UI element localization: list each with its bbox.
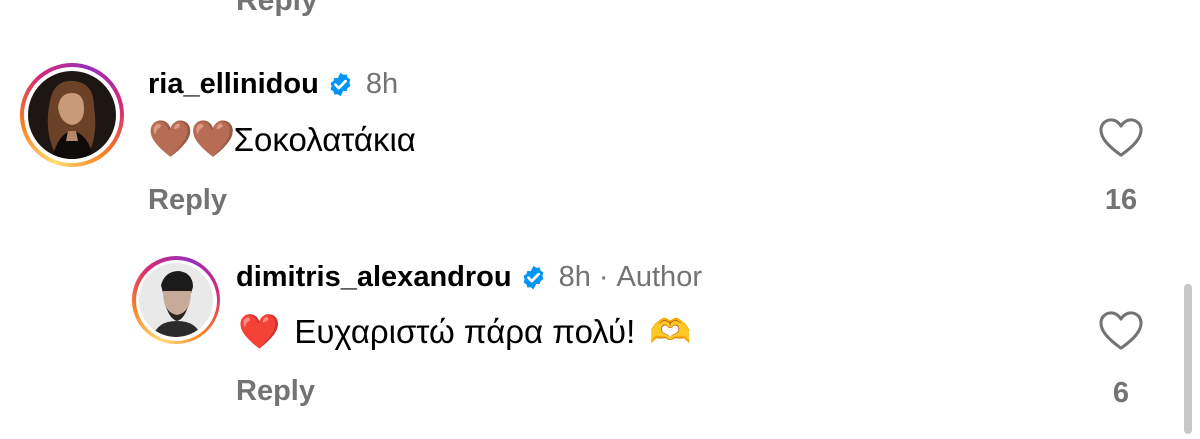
avatar-ria-photo (28, 71, 116, 159)
avatar-dimitris-photo (139, 263, 213, 337)
verified-badge-icon (330, 72, 351, 96)
previous-reply-button[interactable]: Reply (236, 0, 318, 16)
comment-ria: ria_ellinidou 8h 🤎🤎Σοκολατάκια Reply 16 (0, 55, 1200, 235)
author-label: Author (616, 261, 702, 293)
comment-username[interactable]: dimitris_alexandrou (236, 260, 512, 294)
reply-button[interactable]: Reply (236, 374, 315, 408)
brown-hearts-emoji: 🤎🤎 (148, 118, 236, 159)
avatar-ria[interactable] (20, 63, 124, 167)
like-count: 6 (1112, 377, 1130, 409)
comment-text: Σοκολατάκια (233, 121, 416, 158)
comment-timestamp: 8h (365, 68, 399, 100)
red-heart-emoji: ❤️ (238, 313, 281, 351)
comment-dimitris: dimitris_alexandrou 8h · Author ❤️ Ευχαρ… (0, 250, 1200, 439)
heart-outline-icon[interactable] (1098, 310, 1144, 352)
comment-text: Ευχαριστώ πάρα πολύ! (294, 313, 636, 350)
scrollbar[interactable] (1184, 284, 1192, 434)
like-count: 16 (1104, 184, 1138, 216)
comment-text-row: 🤎🤎Σοκολατάκια (148, 119, 416, 160)
verified-badge-icon (523, 265, 543, 289)
heart-hands-emoji: 🫶 (649, 313, 692, 351)
meta-separator: · (598, 261, 609, 293)
heart-outline-icon[interactable] (1098, 117, 1144, 159)
comment-timestamp: 8h (558, 261, 591, 293)
avatar-dimitris[interactable] (132, 256, 220, 344)
reply-button[interactable]: Reply (148, 183, 227, 217)
comment-username[interactable]: ria_ellinidou (148, 67, 319, 101)
comment-text-row: ❤️ Ευχαριστώ πάρα πολύ! 🫶 (238, 312, 692, 352)
